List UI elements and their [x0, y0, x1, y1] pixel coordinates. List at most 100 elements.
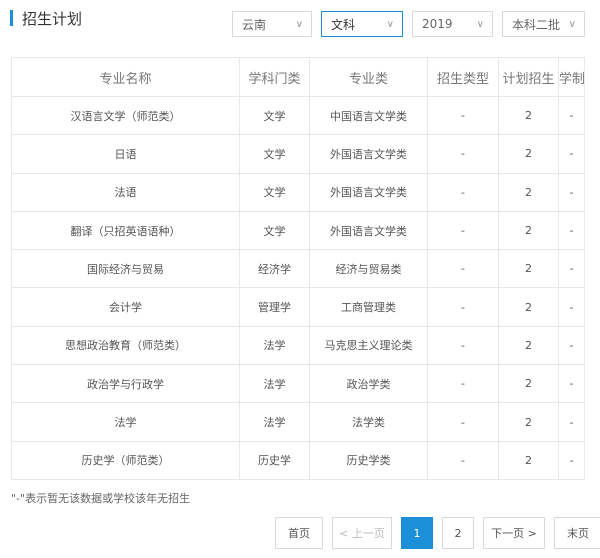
- cell-major: 国际经济与贸易: [11, 249, 240, 289]
- table-row: 会计学 管理学 工商管理类 - 2 -: [11, 287, 585, 327]
- cell-discipline: 历史学: [239, 440, 310, 480]
- cell-major-category: 外国语言文学类: [309, 210, 428, 251]
- cell-major-category: 政治学类: [309, 364, 428, 404]
- column-header-duration: 学制: [558, 57, 585, 97]
- cell-enrollment-type: -: [427, 440, 499, 480]
- batch-select[interactable]: 本科二批 ∨: [502, 11, 585, 37]
- cell-enrollment-type: -: [427, 325, 499, 366]
- province-select[interactable]: 云南 ∨: [232, 11, 312, 37]
- cell-discipline: 文学: [239, 95, 310, 136]
- cell-major-category: 中国语言文学类: [309, 95, 428, 136]
- cell-planned-count: 2: [498, 364, 559, 404]
- cell-duration: -: [558, 287, 585, 327]
- chevron-down-icon: ∨: [476, 18, 484, 30]
- page-1-button[interactable]: 1: [401, 517, 433, 549]
- cell-planned-count: 2: [498, 287, 559, 327]
- page-title-bar: 招生计划: [10, 8, 82, 28]
- filter-bar: 云南 ∨ 文科 ∨ 2019 ∨ 本科二批 ∨: [232, 11, 585, 37]
- cell-enrollment-type: -: [427, 95, 499, 136]
- subject-select-value: 文科: [331, 17, 356, 32]
- cell-discipline: 经济学: [239, 249, 310, 289]
- cell-discipline: 文学: [239, 210, 310, 251]
- table-row: 历史学（师范类） 历史学 历史学类 - 2 -: [11, 440, 585, 480]
- table-row: 法学 法学 法学类 - 2 -: [11, 402, 585, 442]
- enrollment-plan-table: 专业名称 学科门类 专业类 招生类型 计划招生 学制 汉语言文学（师范类） 文学…: [11, 57, 585, 480]
- chevron-down-icon: ∨: [295, 18, 303, 30]
- subject-select[interactable]: 文科 ∨: [321, 11, 403, 37]
- table-footnote: "-"表示暂无该数据或学校该年无招生: [11, 492, 191, 505]
- cell-enrollment-type: -: [427, 364, 499, 404]
- column-header-enrollment-type: 招生类型: [427, 57, 499, 97]
- chevron-down-icon: ∨: [568, 18, 576, 30]
- cell-major-category: 马克思主义理论类: [309, 325, 428, 366]
- cell-major-category: 历史学类: [309, 440, 428, 480]
- cell-discipline: 管理学: [239, 287, 310, 327]
- last-page-button[interactable]: 末页: [554, 517, 600, 549]
- pagination: 首页 < 上一页 1 2 下一页 > 末页: [275, 517, 600, 549]
- cell-duration: -: [558, 95, 585, 136]
- cell-duration: -: [558, 249, 585, 289]
- prev-page-button[interactable]: < 上一页: [332, 517, 392, 549]
- cell-enrollment-type: -: [427, 210, 499, 251]
- cell-discipline: 法学: [239, 325, 310, 366]
- cell-enrollment-type: -: [427, 172, 499, 212]
- cell-planned-count: 2: [498, 134, 559, 174]
- cell-major: 历史学（师范类）: [11, 440, 240, 480]
- table-row: 国际经济与贸易 经济学 经济与贸易类 - 2 -: [11, 249, 585, 289]
- province-select-value: 云南: [242, 17, 267, 32]
- table-row: 日语 文学 外国语言文学类 - 2 -: [11, 134, 585, 174]
- table-row: 法语 文学 外国语言文学类 - 2 -: [11, 172, 585, 212]
- cell-planned-count: 2: [498, 210, 559, 251]
- first-page-button[interactable]: 首页: [275, 517, 323, 549]
- cell-major: 思想政治教育（师范类）: [11, 325, 240, 366]
- cell-major-category: 外国语言文学类: [309, 134, 428, 174]
- cell-enrollment-type: -: [427, 287, 499, 327]
- cell-major: 会计学: [11, 287, 240, 327]
- cell-major-category: 工商管理类: [309, 287, 428, 327]
- cell-discipline: 文学: [239, 134, 310, 174]
- column-header-major: 专业名称: [11, 57, 240, 97]
- cell-major: 汉语言文学（师范类）: [11, 95, 240, 136]
- cell-planned-count: 2: [498, 172, 559, 212]
- page-2-button[interactable]: 2: [442, 517, 474, 549]
- cell-enrollment-type: -: [427, 134, 499, 174]
- year-select[interactable]: 2019 ∨: [412, 11, 493, 37]
- cell-major: 法学: [11, 402, 240, 442]
- cell-discipline: 法学: [239, 402, 310, 442]
- cell-enrollment-type: -: [427, 249, 499, 289]
- year-select-value: 2019: [422, 17, 453, 31]
- cell-duration: -: [558, 402, 585, 442]
- table-row: 汉语言文学（师范类） 文学 中国语言文学类 - 2 -: [11, 95, 585, 136]
- cell-planned-count: 2: [498, 249, 559, 289]
- column-header-major-category: 专业类: [309, 57, 428, 97]
- table-row: 翻译（只招英语语种） 文学 外国语言文学类 - 2 -: [11, 210, 585, 251]
- cell-major-category: 经济与贸易类: [309, 249, 428, 289]
- cell-major: 法语: [11, 172, 240, 212]
- column-header-discipline: 学科门类: [239, 57, 310, 97]
- cell-discipline: 法学: [239, 364, 310, 404]
- cell-duration: -: [558, 325, 585, 366]
- next-page-button[interactable]: 下一页 >: [483, 517, 545, 549]
- cell-major: 政治学与行政学: [11, 364, 240, 404]
- cell-discipline: 文学: [239, 172, 310, 212]
- table-row: 政治学与行政学 法学 政治学类 - 2 -: [11, 364, 585, 404]
- cell-major: 翻译（只招英语语种）: [11, 210, 240, 251]
- cell-enrollment-type: -: [427, 402, 499, 442]
- cell-planned-count: 2: [498, 440, 559, 480]
- table-header-row: 专业名称 学科门类 专业类 招生类型 计划招生 学制: [11, 57, 585, 97]
- cell-duration: -: [558, 134, 585, 174]
- column-header-planned-count: 计划招生: [498, 57, 559, 97]
- batch-select-value: 本科二批: [512, 17, 561, 32]
- chevron-down-icon: ∨: [386, 18, 394, 30]
- cell-planned-count: 2: [498, 95, 559, 136]
- cell-planned-count: 2: [498, 402, 559, 442]
- cell-duration: -: [558, 172, 585, 212]
- cell-planned-count: 2: [498, 325, 559, 366]
- cell-duration: -: [558, 440, 585, 480]
- page-title: 招生计划: [22, 9, 83, 28]
- cell-major: 日语: [11, 134, 240, 174]
- cell-duration: -: [558, 210, 585, 251]
- title-accent-bar: [10, 10, 13, 26]
- table-row: 思想政治教育（师范类） 法学 马克思主义理论类 - 2 -: [11, 325, 585, 366]
- cell-major-category: 外国语言文学类: [309, 172, 428, 212]
